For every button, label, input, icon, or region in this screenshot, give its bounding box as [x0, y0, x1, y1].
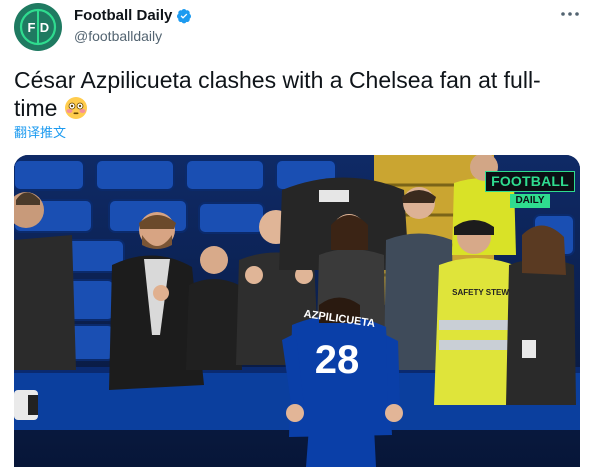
- more-options-icon[interactable]: [560, 6, 580, 22]
- tweet-text-body: César Azpilicueta clashes with a Chelsea…: [14, 67, 541, 121]
- verified-badge-icon: [177, 9, 192, 24]
- flushed-face-emoji-icon: [64, 97, 87, 119]
- author-handle[interactable]: @footballdaily: [74, 27, 162, 45]
- player-number-text: 28: [315, 338, 360, 382]
- author-name[interactable]: Football Daily: [74, 7, 172, 25]
- watermark-top: FOOTBALL: [485, 171, 575, 192]
- svg-text:D: D: [40, 20, 49, 35]
- svg-text:F: F: [28, 20, 36, 35]
- tweet-card: F D Football Daily @footballdaily César …: [0, 0, 602, 467]
- tweet-video-media[interactable]: SAFETY STEWARD AZPILICUETA 28 FOOTBALL D…: [14, 155, 580, 467]
- tweet-text: César Azpilicueta clashes with a Chelsea…: [14, 66, 574, 122]
- author-avatar[interactable]: F D: [14, 3, 62, 51]
- watermark-bottom: DAILY: [510, 194, 550, 208]
- author-name-row[interactable]: Football Daily: [74, 7, 192, 25]
- football-daily-logo-icon: F D: [15, 4, 61, 50]
- translate-tweet-link[interactable]: 翻译推文: [14, 125, 66, 141]
- football-daily-watermark: FOOTBALL DAILY: [485, 171, 575, 209]
